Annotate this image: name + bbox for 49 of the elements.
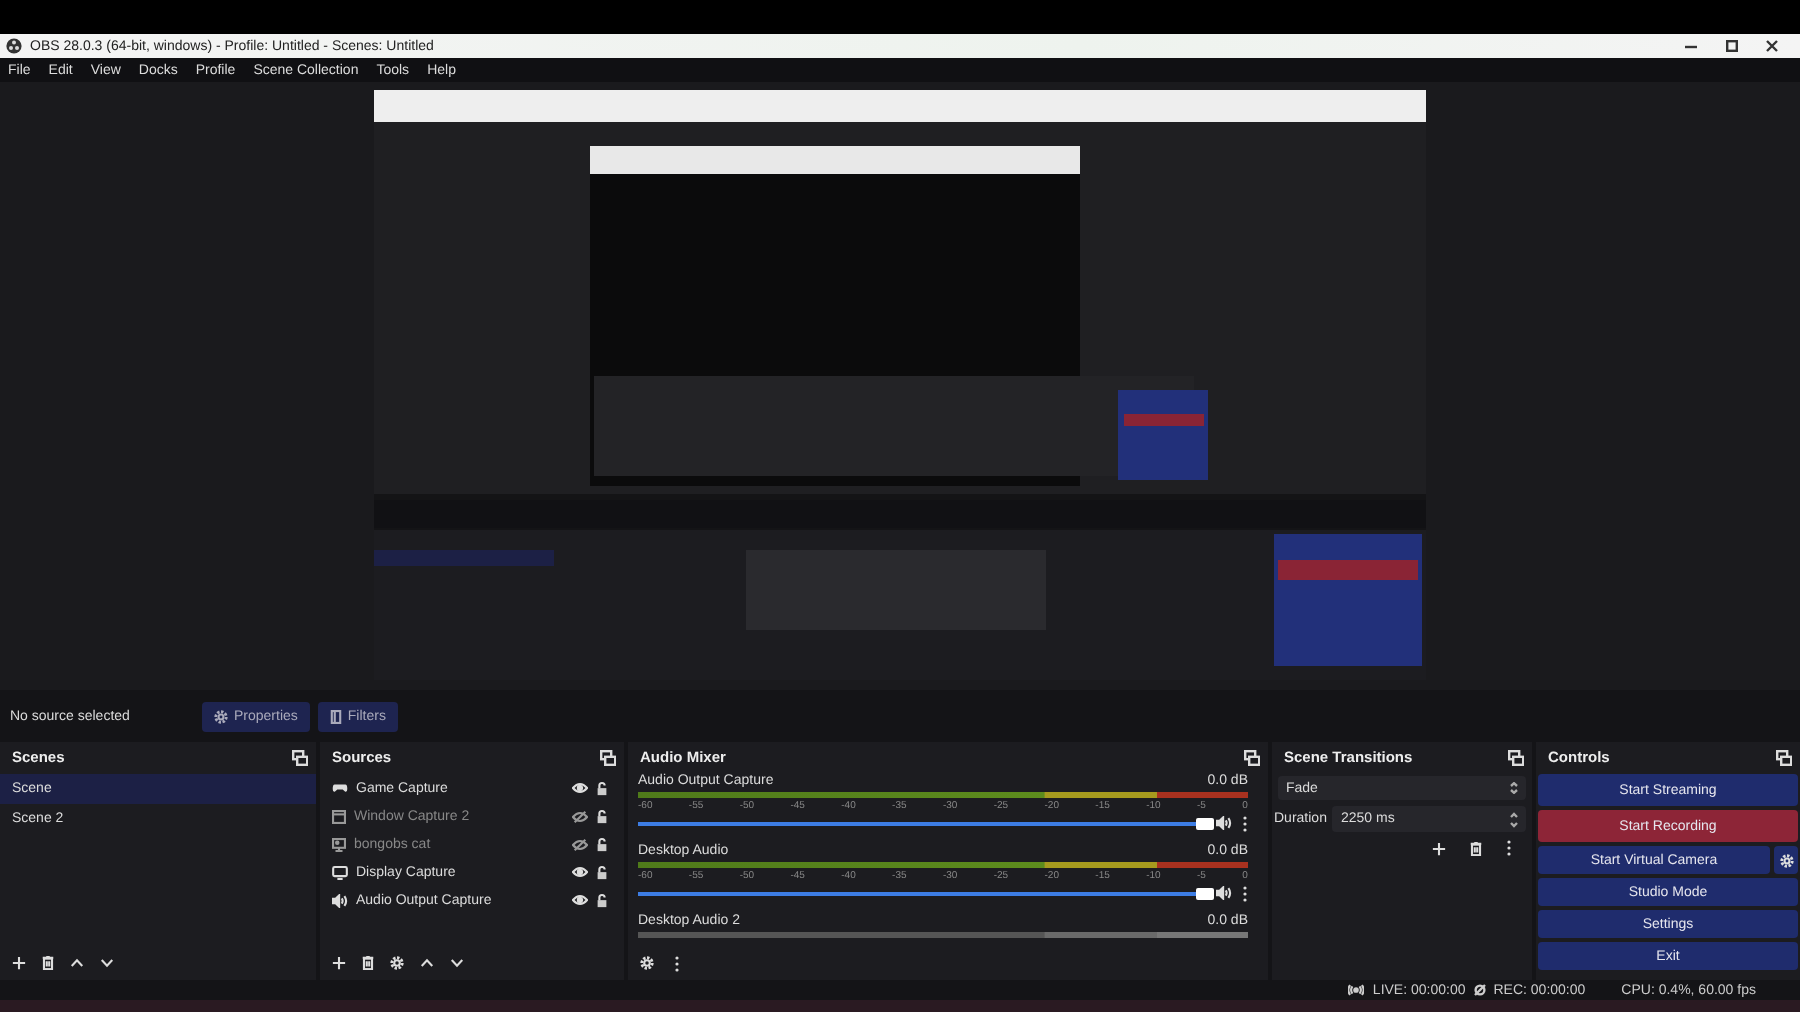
gamepad-icon bbox=[332, 782, 348, 794]
lock-icon[interactable] bbox=[596, 809, 608, 823]
menu-icon[interactable] bbox=[1506, 840, 1512, 856]
trash-icon[interactable] bbox=[362, 955, 374, 969]
menu-icon[interactable] bbox=[1242, 885, 1248, 901]
monitor-icon bbox=[332, 865, 348, 879]
move-up-icon[interactable] bbox=[420, 957, 434, 967]
close-icon[interactable] bbox=[1766, 40, 1778, 52]
move-down-icon[interactable] bbox=[100, 957, 114, 967]
add-icon[interactable] bbox=[1432, 841, 1446, 855]
eye-icon[interactable] bbox=[572, 866, 588, 878]
undock-icon[interactable] bbox=[1244, 749, 1260, 765]
eye-icon[interactable] bbox=[572, 894, 588, 906]
undock-icon[interactable] bbox=[600, 749, 616, 765]
chevron-updown-icon bbox=[1510, 782, 1518, 794]
speaker-icon bbox=[332, 893, 348, 907]
lock-icon[interactable] bbox=[596, 865, 608, 879]
eye-slash-icon[interactable] bbox=[572, 809, 588, 823]
record-off-icon bbox=[1473, 984, 1486, 996]
trash-icon[interactable] bbox=[1470, 841, 1482, 855]
menu-icon[interactable] bbox=[674, 955, 680, 971]
app-logo-icon bbox=[6, 38, 22, 54]
spinner-arrows-icon bbox=[1510, 811, 1518, 827]
gear-icon bbox=[214, 709, 228, 723]
eye-icon[interactable] bbox=[572, 782, 588, 794]
lock-icon[interactable] bbox=[596, 893, 608, 907]
eye-slash-icon[interactable] bbox=[572, 837, 588, 851]
lock-icon[interactable] bbox=[596, 781, 608, 795]
advanced-settings-icon[interactable] bbox=[640, 956, 654, 970]
speaker-icon[interactable] bbox=[1216, 816, 1232, 830]
add-icon[interactable] bbox=[332, 955, 346, 969]
undock-icon[interactable] bbox=[292, 749, 308, 765]
move-down-icon[interactable] bbox=[450, 957, 464, 967]
picture-frame-icon bbox=[332, 837, 346, 851]
settings-icon[interactable] bbox=[390, 955, 404, 969]
trash-icon[interactable] bbox=[42, 955, 54, 969]
virtual-camera-settings-button[interactable] bbox=[1774, 846, 1798, 874]
broadcast-icon bbox=[1348, 984, 1365, 996]
window-icon bbox=[332, 809, 346, 823]
filter-icon bbox=[329, 709, 342, 723]
speaker-icon[interactable] bbox=[1216, 886, 1232, 900]
add-icon[interactable] bbox=[12, 955, 26, 969]
move-up-icon[interactable] bbox=[70, 957, 84, 967]
undock-icon[interactable] bbox=[1508, 749, 1524, 765]
menu-icon[interactable] bbox=[1242, 815, 1248, 831]
undock-icon[interactable] bbox=[1776, 749, 1792, 765]
maximize-icon[interactable] bbox=[1726, 40, 1738, 52]
lock-icon[interactable] bbox=[596, 837, 608, 851]
gear-icon bbox=[1779, 853, 1793, 867]
